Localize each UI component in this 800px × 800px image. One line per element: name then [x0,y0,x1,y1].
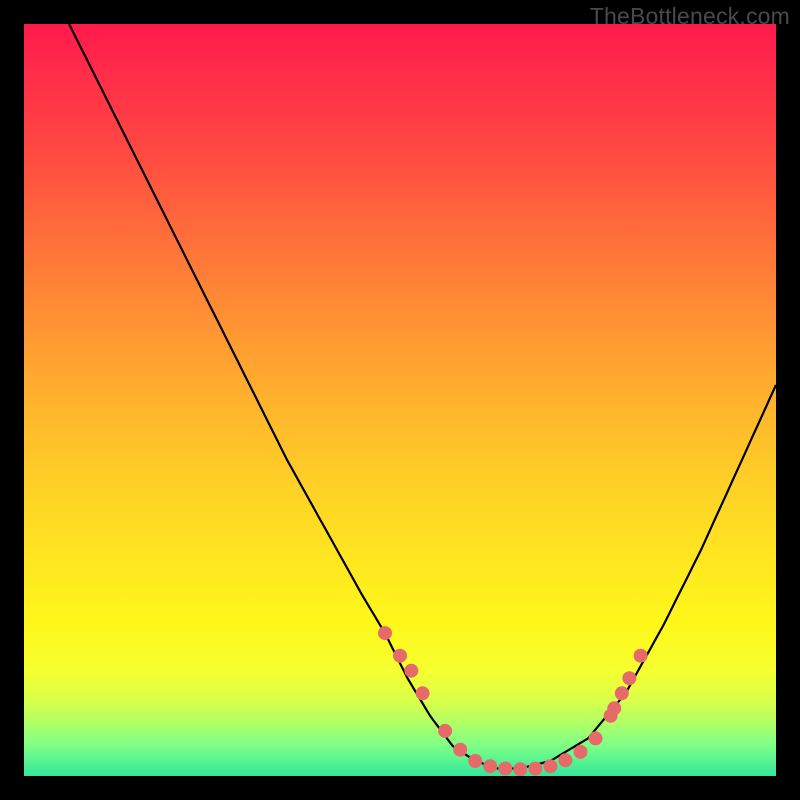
highlight-dot [622,671,636,685]
bottleneck-curve [69,24,776,769]
highlight-dot [393,649,407,663]
highlight-dot [498,762,512,776]
highlight-dot [468,754,482,768]
plot-area [24,24,776,776]
highlight-dot [589,731,603,745]
highlight-dot [404,664,418,678]
highlight-dot [483,759,497,773]
highlight-dot [453,743,467,757]
highlight-dots [378,626,648,776]
highlight-dot [615,686,629,700]
highlight-dot [607,701,621,715]
chart-frame: TheBottleneck.com [0,0,800,800]
highlight-dot [528,762,542,776]
highlight-dot [574,745,588,759]
highlight-dot [513,762,527,776]
highlight-dot [558,753,572,767]
highlight-dot [634,649,648,663]
highlight-dot [378,626,392,640]
highlight-dot [543,759,557,773]
highlight-dot [416,686,430,700]
chart-overlay [24,24,776,776]
watermark-text: TheBottleneck.com [590,3,790,30]
highlight-dot [438,724,452,738]
